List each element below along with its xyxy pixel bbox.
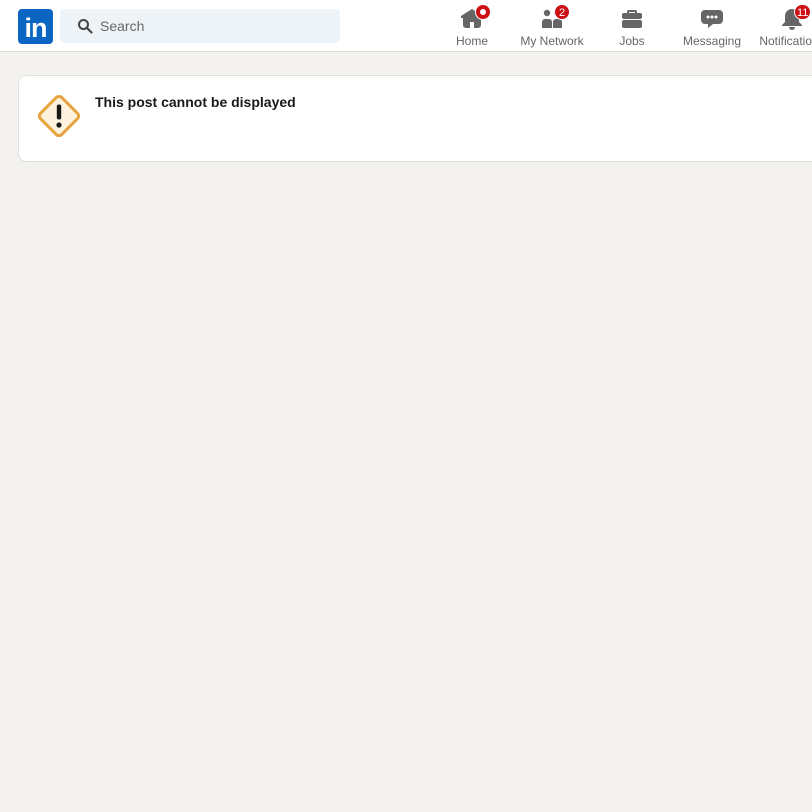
home-icon xyxy=(460,4,491,31)
search-bar[interactable] xyxy=(60,9,340,43)
nav-notifications-label: Notifications xyxy=(759,34,812,48)
search-input[interactable] xyxy=(100,9,330,43)
home-notification-dot xyxy=(475,4,491,20)
nav-home-label: Home xyxy=(455,34,488,48)
network-badge: 2 xyxy=(554,4,570,20)
linkedin-logo[interactable]: in xyxy=(18,9,53,44)
notice-title: This post cannot be displayed xyxy=(95,94,296,110)
search-icon xyxy=(78,19,93,34)
unavailable-post-card: This post cannot be displayed xyxy=(18,75,812,162)
nav-jobs-label: Jobs xyxy=(619,34,645,48)
chat-icon xyxy=(700,7,724,31)
nav-jobs[interactable]: Jobs xyxy=(592,0,672,51)
nav-messaging-label: Messaging xyxy=(682,34,742,48)
top-navigation-bar: in Home 2 My Network xyxy=(0,0,812,52)
nav-messaging[interactable]: Messaging xyxy=(672,0,752,51)
briefcase-icon xyxy=(620,7,644,31)
nav-my-network-label: My Network xyxy=(520,34,584,48)
people-icon: 2 xyxy=(540,4,570,31)
nav-home[interactable]: Home xyxy=(432,0,512,51)
warning-icon xyxy=(37,94,81,138)
nav-notifications[interactable]: 11 Notifications xyxy=(752,0,812,51)
notifications-badge: 11 xyxy=(794,4,812,20)
nav-my-network[interactable]: 2 My Network xyxy=(512,0,592,51)
bell-icon: 11 xyxy=(780,4,812,31)
